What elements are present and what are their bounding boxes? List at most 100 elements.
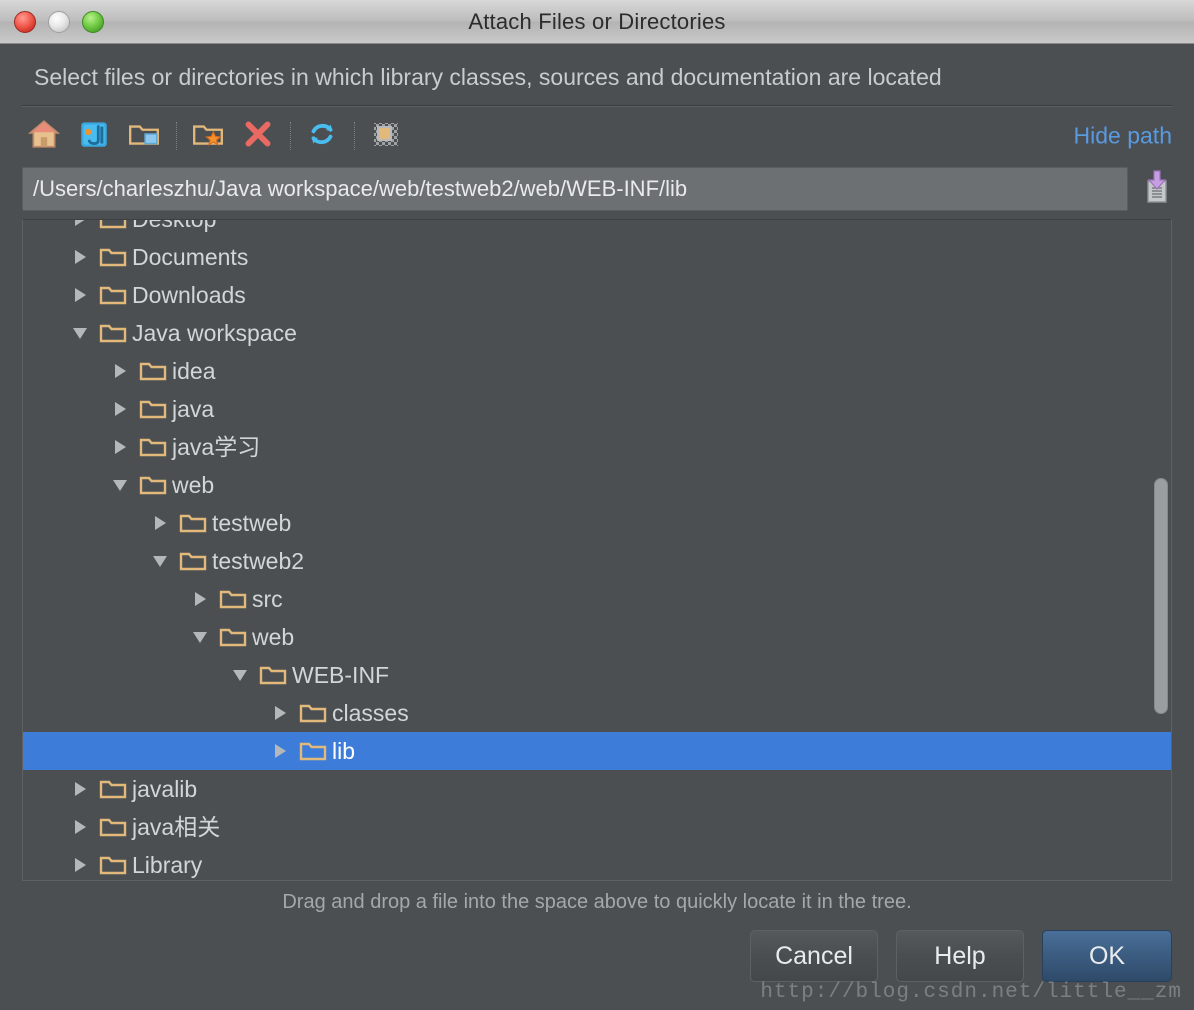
project-button[interactable] (72, 114, 116, 158)
tree-row-label: src (252, 585, 283, 612)
home-button[interactable] (22, 114, 66, 158)
tree-row[interactable]: java学习 (23, 428, 1171, 466)
chevron-right-icon[interactable] (67, 820, 93, 834)
folder-icon (99, 854, 127, 876)
directory-tree-rows: Desktop Documents Downloads Java workspace i… (23, 220, 1171, 880)
tree-row[interactable]: Downloads (23, 276, 1171, 314)
toolbar: Hide path (0, 107, 1194, 165)
chevron-down-icon[interactable] (147, 555, 173, 567)
desktop-folder-icon (127, 117, 161, 156)
new-folder-button[interactable] (186, 114, 230, 158)
chevron-right-icon[interactable] (267, 706, 293, 720)
desktop-folder-button[interactable] (122, 114, 166, 158)
chevron-right-icon[interactable] (107, 364, 133, 378)
tree-row[interactable]: lib (23, 732, 1171, 770)
folder-icon (99, 284, 127, 306)
tree-row-label: java学习 (172, 433, 261, 460)
close-button[interactable] (14, 10, 36, 33)
folder-icon (299, 702, 327, 724)
tree-row-label: Downloads (132, 281, 246, 308)
tree-row-label: Library (132, 851, 203, 878)
folder-icon (299, 740, 327, 762)
chevron-right-icon[interactable] (147, 516, 173, 530)
chevron-down-icon[interactable] (187, 631, 213, 643)
chevron-right-icon[interactable] (107, 402, 133, 416)
folder-icon (179, 550, 207, 572)
attach-files-dialog: Attach Files or Directories Select files… (0, 0, 1194, 1010)
new-folder-icon (191, 117, 225, 156)
cancel-button[interactable]: Cancel (750, 930, 878, 982)
help-button[interactable]: Help (896, 930, 1024, 982)
path-input[interactable]: /Users/charleszhu/Java workspace/web/tes… (22, 167, 1128, 211)
window-titlebar: Attach Files or Directories (0, 0, 1194, 44)
tree-row[interactable]: Library (23, 846, 1171, 880)
dialog-description: Select files or directories in which lib… (34, 64, 942, 90)
folder-icon (139, 398, 167, 420)
tree-row[interactable]: testweb (23, 504, 1171, 542)
tree-row-label: WEB-INF (292, 661, 390, 688)
tree-scrollbar[interactable] (1154, 478, 1168, 714)
folder-icon (139, 360, 167, 382)
toolbar-separator (290, 122, 292, 150)
tree-row[interactable]: java相关 (23, 808, 1171, 846)
paste-path-button[interactable] (1138, 167, 1176, 211)
tree-row[interactable]: idea (23, 352, 1171, 390)
folder-icon (139, 474, 167, 496)
folder-icon (99, 322, 127, 344)
toolbar-separator (176, 122, 178, 150)
tree-row-label: Desktop (132, 220, 216, 231)
tree-row-label: idea (172, 357, 216, 384)
folder-icon (219, 626, 247, 648)
tree-row[interactable]: Java workspace (23, 314, 1171, 352)
tree-row[interactable]: src (23, 580, 1171, 618)
tree-row-label: java (172, 395, 215, 422)
chevron-right-icon[interactable] (67, 858, 93, 872)
window-title: Attach Files or Directories (468, 8, 726, 34)
chevron-right-icon[interactable] (187, 592, 213, 606)
folder-icon (99, 246, 127, 268)
chevron-down-icon[interactable] (107, 479, 133, 491)
folder-icon (219, 588, 247, 610)
chevron-right-icon[interactable] (67, 250, 93, 264)
drag-drop-hint: Drag and drop a file into the space abov… (282, 891, 912, 913)
chevron-right-icon[interactable] (267, 744, 293, 758)
delete-icon (241, 117, 275, 156)
tree-row-label: lib (332, 737, 356, 764)
tree-row[interactable]: Desktop (23, 220, 1171, 238)
chevron-down-icon[interactable] (227, 669, 253, 681)
tree-row[interactable]: classes (23, 694, 1171, 732)
minimize-button[interactable] (48, 10, 70, 33)
tree-row-label: Documents (132, 243, 249, 270)
toolbar-separator (354, 122, 356, 150)
folder-icon (99, 778, 127, 800)
tree-row[interactable]: web (23, 618, 1171, 656)
chevron-right-icon[interactable] (67, 782, 93, 796)
window-controls (14, 10, 104, 33)
show-hidden-files-button[interactable] (364, 114, 408, 158)
tree-row[interactable]: WEB-INF (23, 656, 1171, 694)
chevron-down-icon[interactable] (67, 327, 93, 339)
directory-tree[interactable]: Desktop Documents Downloads Java workspace i… (22, 219, 1172, 881)
tree-row[interactable]: Documents (23, 238, 1171, 276)
chevron-right-icon[interactable] (67, 220, 93, 226)
delete-button[interactable] (236, 114, 280, 158)
folder-icon (99, 220, 127, 230)
tree-row[interactable]: testweb2 (23, 542, 1171, 580)
tree-row[interactable]: java (23, 390, 1171, 428)
tree-row-label: web (172, 471, 215, 498)
chevron-right-icon[interactable] (107, 440, 133, 454)
watermark: http://blog.csdn.net/little__zm (760, 981, 1182, 1004)
tree-row-label: java相关 (132, 813, 221, 840)
refresh-icon (305, 117, 339, 156)
tree-row[interactable]: web (23, 466, 1171, 504)
chevron-right-icon[interactable] (67, 288, 93, 302)
project-icon (77, 117, 111, 156)
folder-icon (259, 664, 287, 686)
ok-button[interactable]: OK (1042, 930, 1172, 982)
folder-icon (99, 816, 127, 838)
hide-path-link[interactable]: Hide path (1074, 123, 1172, 150)
tree-row[interactable]: javalib (23, 770, 1171, 808)
maximize-button[interactable] (82, 10, 104, 33)
refresh-button[interactable] (300, 114, 344, 158)
home-icon (27, 117, 61, 156)
